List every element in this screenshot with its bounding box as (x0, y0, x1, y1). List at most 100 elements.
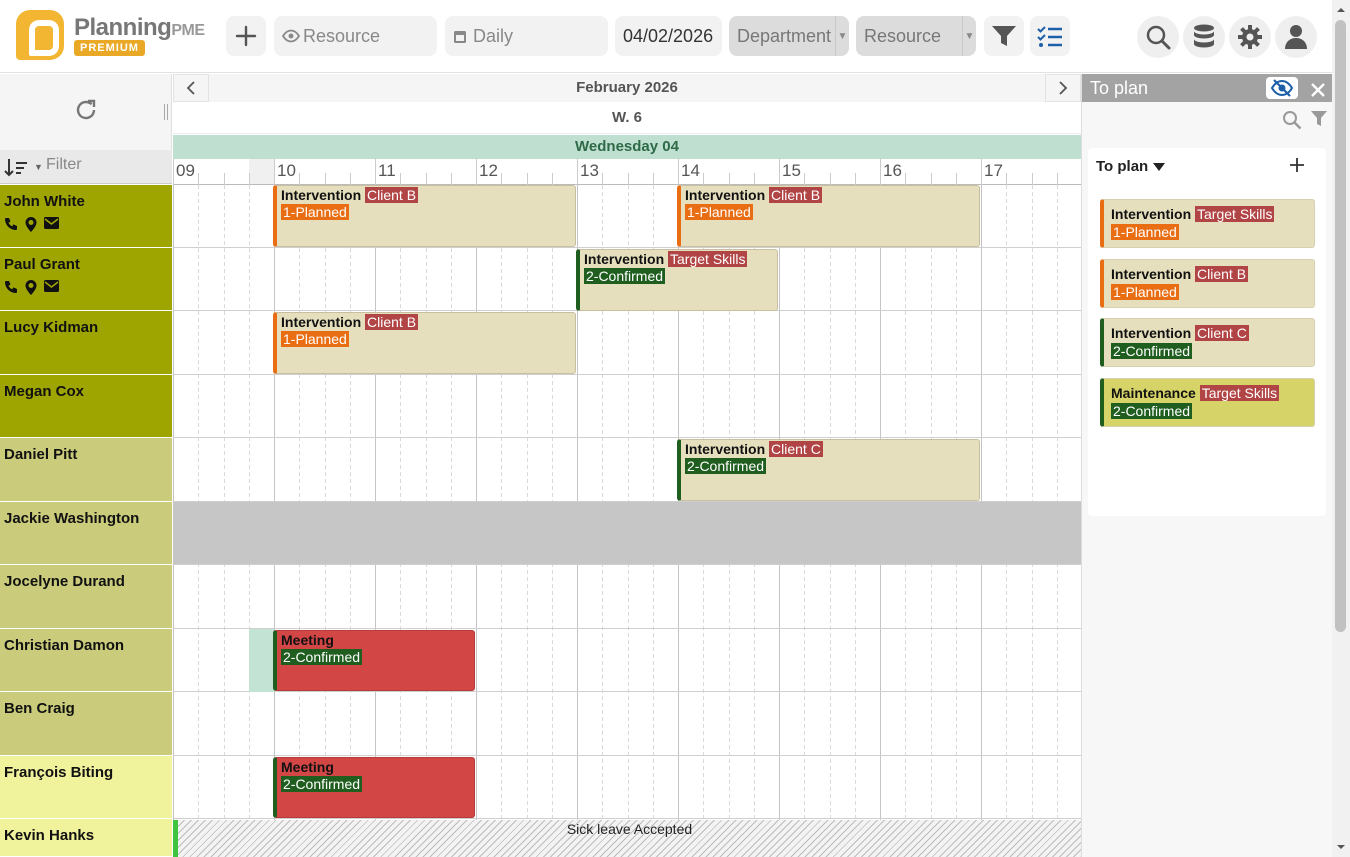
chevron-down-icon: ▼ (962, 16, 976, 56)
panel-filter-button[interactable] (1310, 110, 1328, 133)
event-title: Intervention (685, 441, 766, 457)
resource-row[interactable]: John White (0, 185, 172, 248)
panel-search-button[interactable] (1282, 110, 1302, 135)
week-label: W. 6 (173, 102, 1081, 134)
event-title: Intervention (584, 251, 665, 267)
schedule-grid[interactable]: Intervention Client B 1-Planned Interven… (173, 185, 1081, 857)
scroll-up-icon[interactable] (1332, 3, 1350, 17)
to-plan-item[interactable]: Intervention Client B 1-Planned (1100, 259, 1315, 308)
resource-name: François Biting (4, 764, 114, 781)
logo-text-suffix: PME (171, 22, 205, 39)
task-status: 2-Confirmed (1111, 343, 1193, 359)
planningpme-logo[interactable]: PlanningPME PREMIUM (16, 8, 216, 62)
add-button[interactable] (226, 16, 266, 56)
resource-name: Megan Cox (4, 383, 85, 400)
add-task-button[interactable] (1288, 156, 1306, 179)
selected-slot[interactable] (249, 629, 274, 692)
resource-row[interactable]: Jackie Washington (0, 502, 172, 565)
event-card[interactable]: Intervention Client B 1-Planned (273, 185, 576, 247)
close-panel-button[interactable] (1310, 78, 1326, 106)
logo-icon (16, 10, 64, 60)
next-button[interactable] (1045, 74, 1081, 102)
resource-row[interactable]: Megan Cox (0, 375, 172, 438)
resource-row[interactable]: François Biting (0, 756, 172, 819)
resource-row[interactable]: Jocelyne Durand (0, 565, 172, 629)
resource-row[interactable]: Kevin Hanks (0, 819, 172, 857)
to-plan-item[interactable]: Intervention Client C 2-Confirmed (1100, 318, 1315, 367)
search-icon (1146, 25, 1171, 50)
resource-view-button[interactable]: Resource (274, 16, 437, 56)
resource-row[interactable]: Lucy Kidman (0, 311, 172, 375)
event-card[interactable]: Meeting 2-Confirmed (273, 630, 475, 691)
task-client: Target Skills (1195, 206, 1275, 222)
caret-down-icon (1153, 162, 1166, 171)
task-status: 1-Planned (1111, 284, 1179, 300)
event-card[interactable]: Intervention Client C 2-Confirmed (677, 439, 980, 501)
resource-row[interactable]: Ben Craig (0, 692, 172, 756)
settings-button[interactable] (1229, 16, 1271, 58)
previous-button[interactable] (173, 74, 209, 102)
eye-icon (282, 29, 300, 43)
resource-name: Jocelyne Durand (4, 573, 125, 590)
email-icon[interactable] (44, 280, 59, 292)
department-select-value: Department (737, 25, 832, 46)
sort-icon (4, 159, 27, 177)
panel-title: To plan (1090, 78, 1149, 98)
task-client: Client B (1195, 266, 1249, 282)
event-title: Intervention (281, 187, 362, 203)
resource-row[interactable]: Paul Grant (0, 248, 172, 311)
user-account-button[interactable] (1275, 16, 1317, 58)
schedule-row[interactable] (173, 375, 1081, 438)
resource-name: Daniel Pitt (4, 446, 78, 463)
chevron-down-icon: ▼ (835, 16, 849, 56)
scrollbar-thumb[interactable] (1335, 20, 1346, 632)
resource-name: Ben Craig (4, 700, 75, 717)
app: PlanningPME PREMIUM Resource Daily 04/02… (0, 0, 1350, 857)
schedule-row-unavailable[interactable] (173, 502, 1081, 565)
department-select[interactable]: Department ▼ (729, 16, 849, 56)
calendar-icon (454, 30, 466, 43)
filter-button[interactable] (984, 16, 1024, 56)
event-title: Meeting (281, 759, 334, 775)
vertical-scrollbar[interactable] (1332, 0, 1350, 857)
schedule-row[interactable] (173, 565, 1081, 629)
refresh-button[interactable] (74, 98, 98, 127)
resource-select[interactable]: Resource ▼ (856, 16, 976, 56)
gear-icon (1238, 25, 1262, 49)
resource-column-header (0, 74, 172, 150)
date-picker[interactable]: 04/02/2026 (615, 16, 722, 56)
phone-icon[interactable] (4, 280, 18, 294)
view-mode-button[interactable]: Daily (445, 16, 608, 56)
event-status: 1-Planned (685, 204, 753, 220)
location-pin-icon[interactable] (25, 217, 37, 232)
month-label: February 2026 (173, 74, 1081, 102)
location-pin-icon[interactable] (25, 280, 37, 295)
absence-block[interactable]: Sick leave Accepted (173, 820, 1081, 857)
resource-row[interactable]: Daniel Pitt (0, 438, 172, 502)
resource-name: Lucy Kidman (4, 319, 99, 336)
event-card[interactable]: Intervention Target Skills 2-Confirmed (576, 249, 778, 311)
event-client: Client B (365, 187, 419, 203)
to-plan-dropdown[interactable]: To plan (1096, 158, 1166, 175)
event-card[interactable]: Meeting 2-Confirmed (273, 757, 475, 818)
phone-icon[interactable] (4, 217, 18, 231)
column-resize-handle[interactable] (164, 104, 168, 120)
event-title: Meeting (281, 632, 334, 648)
day-label[interactable]: Wednesday 04 (173, 135, 1081, 159)
resource-row[interactable]: Christian Damon (0, 629, 172, 692)
email-icon[interactable] (44, 217, 59, 229)
resource-filter-input[interactable]: Filter (46, 156, 82, 174)
to-plan-item[interactable]: Maintenance Target Skills 2-Confirmed (1100, 378, 1315, 427)
hide-panel-toggle[interactable] (1266, 77, 1298, 99)
schedule-row[interactable] (173, 692, 1081, 756)
resource-name: Christian Damon (4, 637, 125, 654)
task-list-button[interactable] (1030, 16, 1070, 56)
database-button[interactable] (1183, 16, 1225, 58)
to-plan-item[interactable]: Intervention Target Skills 1-Planned (1100, 199, 1315, 248)
scroll-down-icon[interactable] (1332, 840, 1350, 854)
event-card[interactable]: Intervention Client B 1-Planned (273, 312, 576, 374)
sort-button[interactable]: ▼ (4, 157, 43, 177)
search-button[interactable] (1137, 16, 1179, 58)
plus-icon (1290, 158, 1304, 172)
event-card[interactable]: Intervention Client B 1-Planned (677, 185, 980, 247)
